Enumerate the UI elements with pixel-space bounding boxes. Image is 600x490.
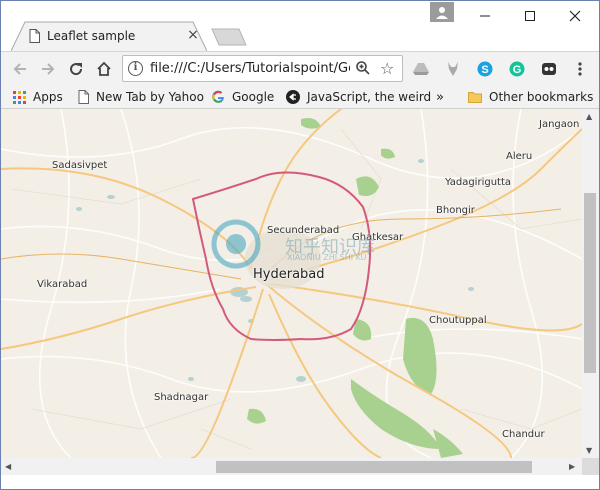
extension-dark[interactable] [537, 57, 561, 81]
home-icon [97, 61, 111, 76]
scrollbar-corner [582, 458, 599, 475]
bookmark-javascript[interactable]: JavaScript, the weird [286, 89, 431, 105]
apps-grid-icon [13, 90, 26, 104]
tab-leaflet-sample[interactable]: Leaflet sample × [11, 21, 207, 51]
skype-icon: S [477, 61, 493, 77]
label-vikarabad: Vikarabad [37, 279, 88, 290]
extension-skype[interactable]: S [473, 57, 497, 81]
more-vert-icon [578, 62, 582, 76]
close-window-button[interactable] [552, 1, 598, 31]
horizontal-scrollbar[interactable]: ◀ ▶ [1, 458, 582, 475]
label-sadasivpet: Sadasivpet [52, 160, 108, 171]
bookmark-other-bookmarks[interactable]: Other bookmarks [468, 89, 593, 105]
close-tab-icon[interactable]: × [185, 27, 201, 43]
label-choutuppal: Choutuppal [429, 315, 487, 326]
animal-icon [448, 62, 458, 76]
label-hyderabad: Hyderabad [253, 267, 325, 282]
vertical-scrollbar[interactable]: ▲ ▼ [582, 109, 599, 458]
menu-button[interactable] [568, 57, 592, 81]
label-yadagirigutta: Yadagirigutta [445, 177, 512, 188]
url-text[interactable]: file:///C:/Users/Tutorialspoint/Ge [150, 61, 350, 76]
profile-avatar[interactable] [430, 2, 454, 22]
toolbar: i file:///C:/Users/Tutorialspoint/Ge ☆ S… [1, 51, 599, 85]
leaflet-map[interactable]: Jangaon Sadasivpet Aleru Yadagirigutta B… [1, 109, 582, 458]
browser-window: Leaflet sample × i file:///C:/Users/Tuto… [0, 0, 600, 490]
forward-button[interactable] [36, 57, 60, 81]
svg-text:G: G [513, 64, 522, 76]
extension-drive[interactable] [409, 57, 433, 81]
scroll-down-icon[interactable]: ▼ [586, 446, 592, 456]
new-tab-button[interactable] [211, 28, 247, 46]
arrow-left-icon [13, 63, 26, 75]
scroll-up-icon[interactable]: ▲ [586, 112, 592, 122]
zoom-icon[interactable] [355, 60, 371, 76]
bookmark-label: Apps [33, 90, 63, 104]
home-button[interactable] [92, 57, 116, 81]
google-icon [212, 90, 224, 103]
vertical-scroll-thumb[interactable] [584, 193, 596, 373]
minimize-button[interactable] [462, 1, 508, 31]
tab-title: Leaflet sample [47, 29, 136, 43]
bookmarks-bar: Apps New Tab by Yahoo Google JavaScript,… [1, 85, 599, 109]
bookmarks-overflow-button[interactable]: » [436, 89, 444, 105]
extension-animal[interactable] [441, 57, 465, 81]
maximize-button[interactable] [507, 1, 553, 31]
folder-icon [468, 92, 482, 103]
page-icon [78, 90, 89, 104]
bookmark-label: Other bookmarks [489, 90, 594, 104]
info-icon[interactable]: i [128, 61, 143, 76]
scroll-right-icon[interactable]: ▶ [569, 462, 575, 472]
bookmark-apps[interactable]: Apps [13, 89, 63, 105]
minimize-icon [480, 15, 490, 17]
tab-strip: Leaflet sample × [1, 1, 599, 51]
label-aleru: Aleru [506, 151, 533, 162]
person-icon [436, 7, 448, 19]
label-jangaon: Jangaon [539, 119, 580, 130]
label-chandur: Chandur [502, 429, 545, 440]
page-icon [29, 29, 40, 43]
bookmark-label: JavaScript, the weird [307, 90, 432, 104]
label-bhongir: Bhongir [436, 205, 475, 216]
horizontal-scroll-thumb[interactable] [216, 461, 532, 473]
js-icon [286, 90, 300, 104]
back-button[interactable] [8, 57, 32, 81]
address-bar[interactable]: i file:///C:/Users/Tutorialspoint/Ge ☆ [122, 55, 403, 82]
bookmark-label: New Tab by Yahoo [96, 90, 204, 104]
label-shadnagar: Shadnagar [154, 392, 209, 403]
svg-text:S: S [481, 64, 488, 76]
bookmark-star-icon[interactable]: ☆ [380, 59, 394, 78]
watermark-subtext: XIAONIU ZHI SHI KU [287, 253, 367, 262]
grammarly-icon: G [509, 61, 525, 77]
bookmark-label: Google [232, 90, 275, 104]
overflow-icon: » [436, 89, 444, 105]
bookmark-google[interactable]: Google [211, 89, 274, 105]
reload-icon [70, 63, 83, 76]
extension-grammarly[interactable]: G [505, 57, 529, 81]
maximize-icon [525, 11, 535, 21]
bookmark-new-tab-by-yahoo[interactable]: New Tab by Yahoo [78, 89, 204, 105]
reload-button[interactable] [64, 57, 88, 81]
reader-icon [542, 63, 556, 75]
close-icon [569, 10, 581, 22]
drive-icon [413, 63, 429, 75]
scroll-left-icon[interactable]: ◀ [5, 462, 11, 472]
arrow-right-icon [42, 63, 55, 75]
